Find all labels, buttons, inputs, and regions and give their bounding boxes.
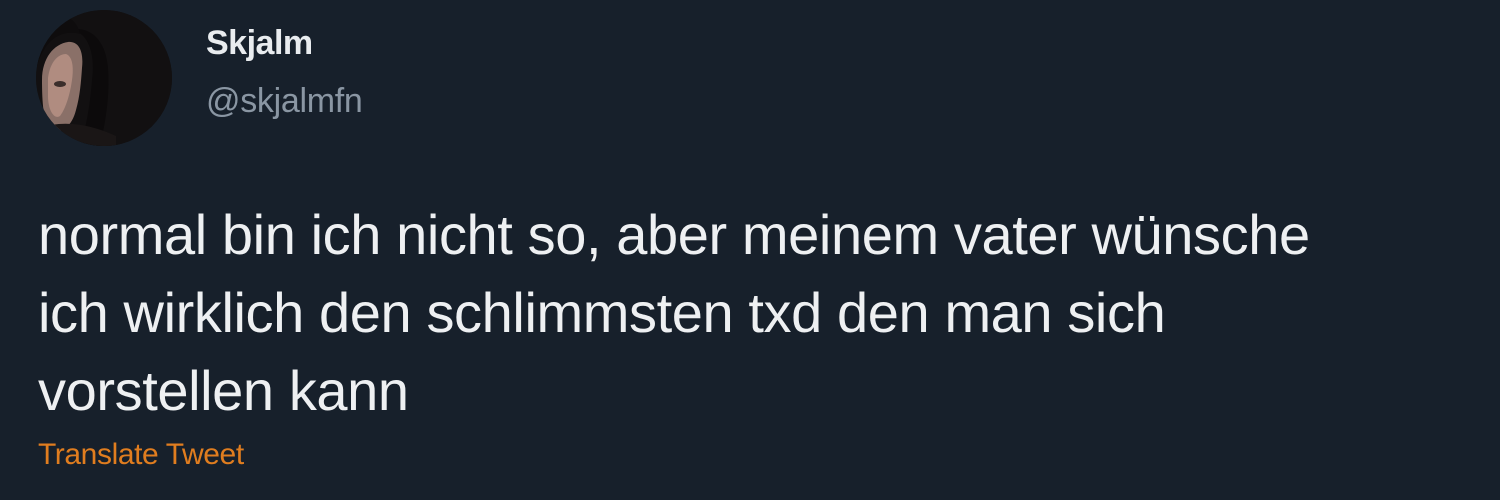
translate-tweet-link[interactable]: Translate Tweet [38,438,244,472]
profile-photo-avatar-icon [36,10,172,146]
tweet-card: Skjalm @skjalmfn normal bin ich nicht so… [0,0,1500,500]
tweet-text: normal bin ich nicht so, aber meinem vat… [38,196,1500,430]
tweet-text-line: normal bin ich nicht so, aber meinem vat… [38,203,1310,266]
avatar[interactable] [36,10,172,146]
tweet-text-line: ich wirklich den schlimmsten txd den man… [38,281,1166,344]
author-handle[interactable]: @skjalmfn [206,82,363,121]
author-display-name[interactable]: Skjalm [206,24,313,63]
tweet-text-line: vorstellen kann [38,359,409,422]
